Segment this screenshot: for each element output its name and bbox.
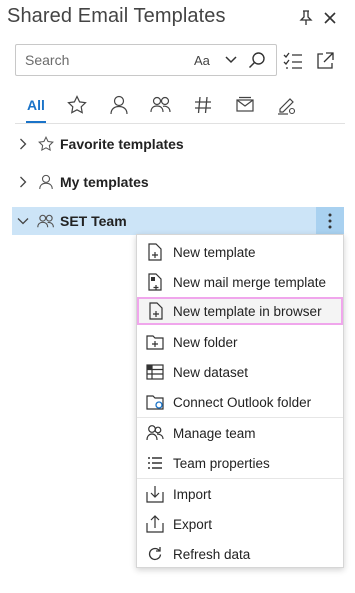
menu-item-connect-outlook[interactable]: Connect Outlook folder bbox=[137, 388, 343, 416]
tree-item-my-templates[interactable]: My templates bbox=[12, 168, 344, 196]
checklist-button[interactable] bbox=[282, 50, 304, 72]
chevron-down-icon[interactable] bbox=[12, 217, 34, 225]
properties-icon bbox=[137, 456, 173, 470]
refresh-icon bbox=[137, 546, 173, 562]
search-icon bbox=[248, 51, 266, 69]
menu-item-import[interactable]: Import bbox=[137, 480, 343, 508]
manage-team-icon bbox=[137, 424, 173, 442]
menu-divider bbox=[137, 478, 343, 479]
menu-item-new-dataset[interactable]: New dataset bbox=[137, 358, 343, 386]
search-box: Aa bbox=[15, 44, 277, 76]
new-template-icon bbox=[137, 243, 173, 261]
search-input[interactable] bbox=[16, 52, 186, 68]
menu-item-manage-team[interactable]: Manage team bbox=[137, 419, 343, 447]
menu-divider bbox=[137, 417, 343, 418]
panel-title: Shared Email Templates bbox=[7, 5, 226, 27]
more-options-button[interactable] bbox=[316, 207, 344, 235]
new-template-browser-icon bbox=[139, 302, 173, 320]
pin-icon bbox=[299, 10, 313, 26]
match-case-toggle[interactable]: Aa bbox=[194, 53, 218, 68]
open-external-button[interactable] bbox=[314, 50, 336, 72]
tree-item-team[interactable]: SET Team bbox=[12, 207, 344, 235]
mail-merge-icon bbox=[137, 273, 173, 291]
menu-item-refresh[interactable]: Refresh data bbox=[137, 540, 343, 568]
tab-all[interactable]: All bbox=[25, 90, 47, 123]
menu-item-new-template-in-browser[interactable]: New template in browser bbox=[137, 297, 343, 325]
chevron-right-icon[interactable] bbox=[12, 176, 34, 188]
menu-item-new-template[interactable]: New template bbox=[137, 238, 343, 266]
menu-item-new-mail-merge[interactable]: New mail merge template bbox=[137, 268, 343, 296]
import-icon bbox=[137, 485, 173, 503]
outlook-folder-icon bbox=[137, 394, 173, 410]
close-icon bbox=[324, 12, 336, 24]
context-menu: New template New mail merge template New… bbox=[136, 234, 344, 568]
search-options-button[interactable] bbox=[218, 47, 244, 73]
menu-item-team-properties[interactable]: Team properties bbox=[137, 449, 343, 477]
tab-hashtags[interactable] bbox=[191, 90, 215, 120]
tree-item-label: SET Team bbox=[60, 213, 127, 229]
tab-mail[interactable] bbox=[233, 90, 257, 120]
edit-icon bbox=[277, 95, 297, 115]
person-icon bbox=[110, 95, 128, 115]
tab-my-templates[interactable] bbox=[107, 90, 131, 120]
mail-icon bbox=[235, 96, 255, 114]
more-vertical-icon bbox=[328, 213, 332, 229]
menu-item-new-folder[interactable]: New folder bbox=[137, 328, 343, 356]
close-button[interactable] bbox=[320, 8, 340, 28]
category-tabs: All bbox=[15, 90, 345, 124]
new-folder-icon bbox=[137, 334, 173, 350]
open-external-icon bbox=[316, 52, 334, 70]
star-icon bbox=[67, 95, 87, 115]
dataset-icon bbox=[137, 364, 173, 380]
tree-item-label: My templates bbox=[60, 174, 149, 190]
menu-item-export[interactable]: Export bbox=[137, 510, 343, 538]
pin-button[interactable] bbox=[296, 8, 316, 28]
person-icon bbox=[36, 174, 56, 190]
chevron-down-icon bbox=[225, 56, 237, 64]
star-icon bbox=[36, 136, 56, 152]
people-icon bbox=[36, 214, 56, 229]
tree-item-label: Favorite templates bbox=[60, 136, 184, 152]
tree-item-favorites[interactable]: Favorite templates bbox=[12, 130, 344, 158]
export-icon bbox=[137, 515, 173, 533]
search-button[interactable] bbox=[244, 47, 270, 73]
tab-favorites[interactable] bbox=[65, 90, 89, 120]
checklist-icon bbox=[283, 52, 303, 70]
tab-edit[interactable] bbox=[275, 90, 299, 120]
hashtag-icon bbox=[194, 96, 212, 114]
people-icon bbox=[150, 96, 172, 114]
chevron-right-icon[interactable] bbox=[12, 138, 34, 150]
tab-team[interactable] bbox=[149, 90, 173, 120]
